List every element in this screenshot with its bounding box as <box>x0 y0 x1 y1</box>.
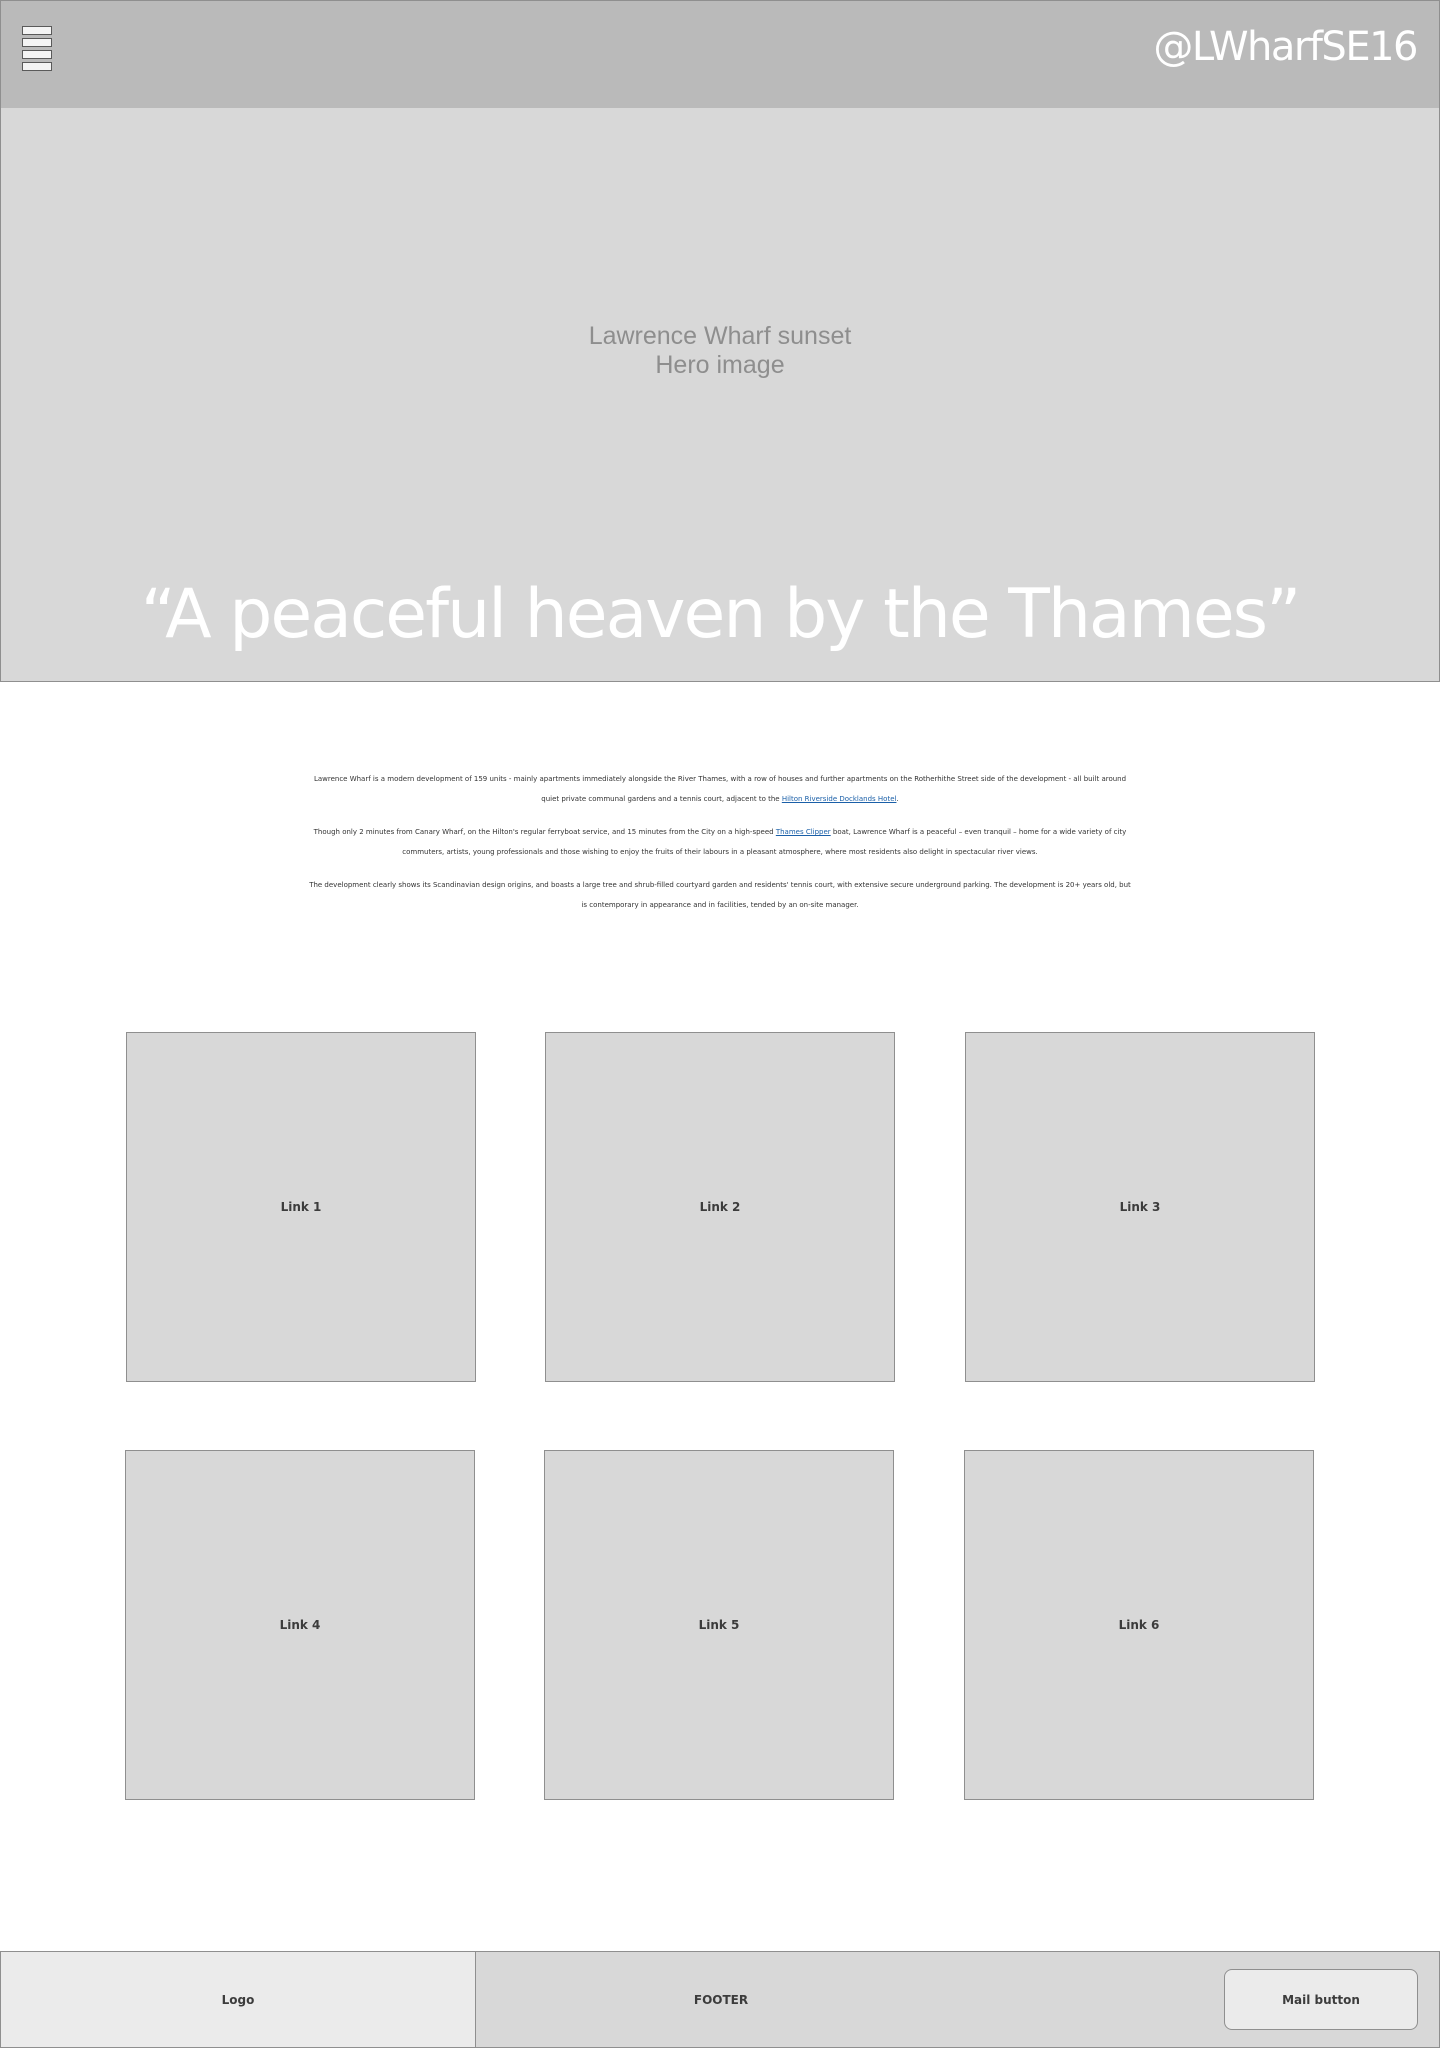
intro-text-span: . <box>896 794 899 803</box>
link-tile-1[interactable]: Link 1 <box>126 1032 476 1382</box>
menu-bar <box>22 50 52 59</box>
menu-bar <box>22 62 52 71</box>
intro-text-span: Lawrence Wharf is a modern development o… <box>313 775 1127 803</box>
hero-label-line1: Lawrence Wharf sunset <box>588 322 852 350</box>
footer-label-text: FOOTER <box>693 1992 749 2007</box>
hero-label-line2: Hero image <box>655 351 785 379</box>
menu-bar <box>22 26 52 35</box>
link-tile-4[interactable]: Link 4 <box>125 1450 475 1800</box>
link-tile-label: Link 5 <box>698 1618 740 1632</box>
link-tile-3[interactable]: Link 3 <box>965 1032 1315 1382</box>
intro-paragraph-3: The development clearly shows its Scandi… <box>309 881 1131 909</box>
link-tile-6[interactable]: Link 6 <box>964 1450 1314 1800</box>
link-tile-label: Link 3 <box>1119 1200 1161 1214</box>
hamburger-menu-icon[interactable] <box>22 26 52 72</box>
intro-paragraph-1: Lawrence Wharf is a modern development o… <box>306 770 1134 809</box>
link-tile-label: Link 2 <box>699 1200 741 1214</box>
hero-image-label: Lawrence Wharf sunset Hero image <box>1 322 1439 380</box>
intro-text-span: Though only 2 minutes from Canary Wharf,… <box>313 828 776 836</box>
thames-clipper-link[interactable]: Thames Clipper <box>776 828 831 836</box>
mail-button-label: Mail button <box>1282 1992 1360 2007</box>
footer-logo-label: Logo <box>221 1992 255 2007</box>
hilton-hotel-link[interactable]: Hilton Riverside Docklands Hotel <box>782 795 897 803</box>
link-tile-label: Link 4 <box>279 1618 321 1632</box>
footer: Logo FOOTER Mail button <box>0 1951 1440 2048</box>
footer-label: FOOTER <box>476 1952 966 2047</box>
hero-image-placeholder: Lawrence Wharf sunset Hero image “A peac… <box>0 108 1440 682</box>
menu-bar <box>22 38 52 47</box>
intro-paragraph-2: Though only 2 minutes from Canary Wharf,… <box>306 823 1134 862</box>
link-tile-2[interactable]: Link 2 <box>545 1032 895 1382</box>
footer-logo[interactable]: Logo <box>1 1952 476 2047</box>
link-tile-label: Link 6 <box>1118 1618 1160 1632</box>
hero-quote: “A peaceful heaven by the Thames” <box>140 575 1302 654</box>
intro-text: Lawrence Wharf is a modern development o… <box>306 770 1134 929</box>
twitter-handle[interactable]: @LWharfSE16 <box>1153 23 1418 71</box>
link-tile-5[interactable]: Link 5 <box>544 1450 894 1800</box>
mail-button[interactable]: Mail button <box>1224 1969 1418 2030</box>
header-bar: @LWharfSE16 <box>0 0 1440 109</box>
link-tile-label: Link 1 <box>280 1200 322 1214</box>
